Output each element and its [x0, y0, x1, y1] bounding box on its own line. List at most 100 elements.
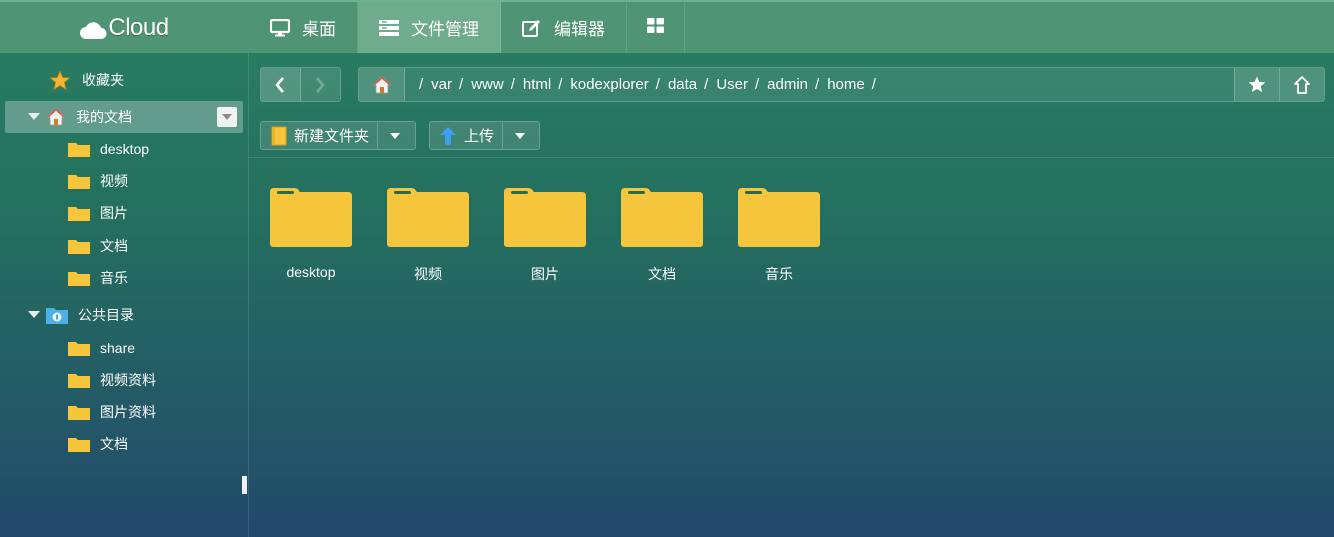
breadcrumb-separator: / [558, 76, 563, 93]
folder-icon [68, 173, 90, 189]
tab-label: 桌面 [302, 20, 336, 39]
sidebar-subitem-public-documents[interactable]: 文档 [5, 428, 243, 460]
new-folder-dropdown[interactable] [377, 122, 412, 149]
favorite-button[interactable] [1234, 68, 1279, 101]
folder-icon [68, 404, 90, 420]
breadcrumb-separator: / [459, 76, 464, 93]
app-logo[interactable]: Cloud [0, 2, 249, 53]
breadcrumb-separator: / [754, 76, 760, 93]
new-folder-button[interactable]: 新建文件夹 [261, 122, 377, 149]
sidebar-subitem-videos[interactable]: 视频 [5, 165, 243, 197]
edit-icon [522, 19, 542, 37]
sidebar-item-label: 视频资料 [100, 372, 156, 388]
folder-icon [68, 238, 90, 254]
folder-icon [738, 188, 820, 247]
breadcrumb-segment[interactable]: var [430, 76, 453, 93]
breadcrumb-segment[interactable]: User [715, 76, 749, 93]
sidebar-item-favorites[interactable]: 收藏夹 [5, 64, 243, 96]
monitor-icon [270, 18, 290, 37]
breadcrumb-segment[interactable]: data [667, 76, 698, 93]
folder-icon [68, 372, 90, 388]
tab-editor[interactable]: 编辑器 [501, 2, 627, 53]
folder-tile[interactable]: desktop [266, 186, 356, 286]
sidebar-subitem-share[interactable]: share [5, 332, 243, 364]
new-folder-label: 新建文件夹 [294, 128, 370, 145]
folder-tile[interactable]: 图片 [500, 186, 590, 286]
sidebar-item-label: 图片 [100, 205, 128, 221]
breadcrumb-separator: / [655, 76, 660, 93]
arrow-up-icon [1294, 75, 1310, 94]
folder-icon [387, 188, 469, 247]
sidebar-subitem-music[interactable]: 音乐 [5, 262, 243, 294]
sidebar-item-label: 文档 [100, 238, 128, 254]
sidebar-item-label: 我的文档 [76, 109, 132, 125]
dropdown-toggle-icon[interactable] [217, 107, 237, 127]
folder-icon [68, 340, 90, 356]
toolbar-divider [249, 157, 1334, 158]
breadcrumb-segment[interactable]: home [826, 76, 866, 93]
sidebar: 收藏夹 我的文档 desktop 视频 图片 文档 音乐 公共目录 share … [0, 53, 249, 537]
folder-name: 图片 [531, 266, 559, 282]
path-home-button[interactable] [359, 68, 405, 101]
breadcrumb-separator: / [871, 76, 876, 93]
new-folder-split-button: 新建文件夹 [260, 121, 416, 150]
history-nav-group [260, 67, 341, 102]
folder-name: 音乐 [765, 266, 793, 282]
sidebar-item-label: 视频 [100, 173, 128, 189]
sidebar-resize-handle[interactable] [242, 476, 247, 494]
forward-button[interactable] [301, 68, 341, 101]
folder-icon [270, 188, 352, 247]
sidebar-subitem-documents[interactable]: 文档 [5, 230, 243, 262]
back-button[interactable] [261, 68, 301, 101]
sidebar-subitem-video-materials[interactable]: 视频资料 [5, 364, 243, 396]
home-icon [46, 108, 66, 126]
folder-icon [504, 188, 586, 247]
sidebar-item-public[interactable]: 公共目录 [5, 299, 243, 331]
sidebar-item-label: 收藏夹 [82, 72, 124, 88]
breadcrumb-separator: / [510, 76, 515, 93]
parent-folder-button[interactable] [1279, 68, 1324, 101]
upload-button[interactable]: 上传 [430, 122, 502, 149]
sidebar-item-my-documents[interactable]: 我的文档 [5, 101, 243, 133]
folder-name: 文档 [648, 266, 676, 282]
home-icon [371, 75, 392, 93]
caret-down-icon[interactable] [27, 311, 41, 319]
upload-label: 上传 [464, 128, 495, 145]
caret-down-icon[interactable] [27, 113, 41, 121]
breadcrumb-segment[interactable]: admin [766, 76, 809, 93]
top-bar: Cloud 桌面 文件管理 编辑器 [0, 0, 1334, 53]
sidebar-item-label: 文档 [100, 436, 128, 452]
sidebar-subitem-pictures[interactable]: 图片 [5, 197, 243, 229]
upload-dropdown[interactable] [502, 122, 537, 149]
breadcrumb-segment[interactable]: html [522, 76, 552, 93]
folder-name: 视频 [414, 266, 442, 282]
folder-icon [68, 205, 90, 221]
sidebar-subitem-desktop[interactable]: desktop [5, 133, 243, 165]
sidebar-item-label: share [100, 340, 136, 356]
caret-down-icon [515, 132, 526, 139]
chevron-left-icon [275, 76, 285, 93]
new-folder-icon [271, 126, 287, 145]
tab-desktop[interactable]: 桌面 [249, 2, 358, 53]
sidebar-item-label: desktop [100, 141, 150, 157]
folder-tile[interactable]: 音乐 [734, 186, 824, 286]
folder-tile[interactable]: 文档 [617, 186, 707, 286]
tab-file-manager[interactable]: 文件管理 [358, 2, 501, 53]
address-bar[interactable]: / var / www / html / kodexplorer / data / Use… [358, 67, 1325, 102]
folder-tile[interactable]: 视频 [383, 186, 473, 286]
sidebar-item-label: 图片资料 [100, 404, 156, 420]
folder-icon [68, 141, 90, 157]
breadcrumb-separator: / [704, 76, 709, 93]
upload-icon [440, 126, 456, 145]
breadcrumb-root[interactable]: / [419, 76, 430, 93]
cloud-icon [80, 19, 108, 39]
logo-text: Cloud [108, 13, 169, 41]
breadcrumb-segment[interactable]: kodexplorer [569, 76, 649, 93]
breadcrumb-segment[interactable]: www [470, 76, 505, 93]
folder-name: desktop [286, 264, 336, 280]
tab-label: 文件管理 [411, 20, 479, 39]
tab-apps[interactable] [627, 2, 685, 53]
folder-icon [621, 188, 703, 247]
sidebar-item-label: 音乐 [100, 270, 128, 286]
sidebar-subitem-picture-materials[interactable]: 图片资料 [5, 396, 243, 428]
